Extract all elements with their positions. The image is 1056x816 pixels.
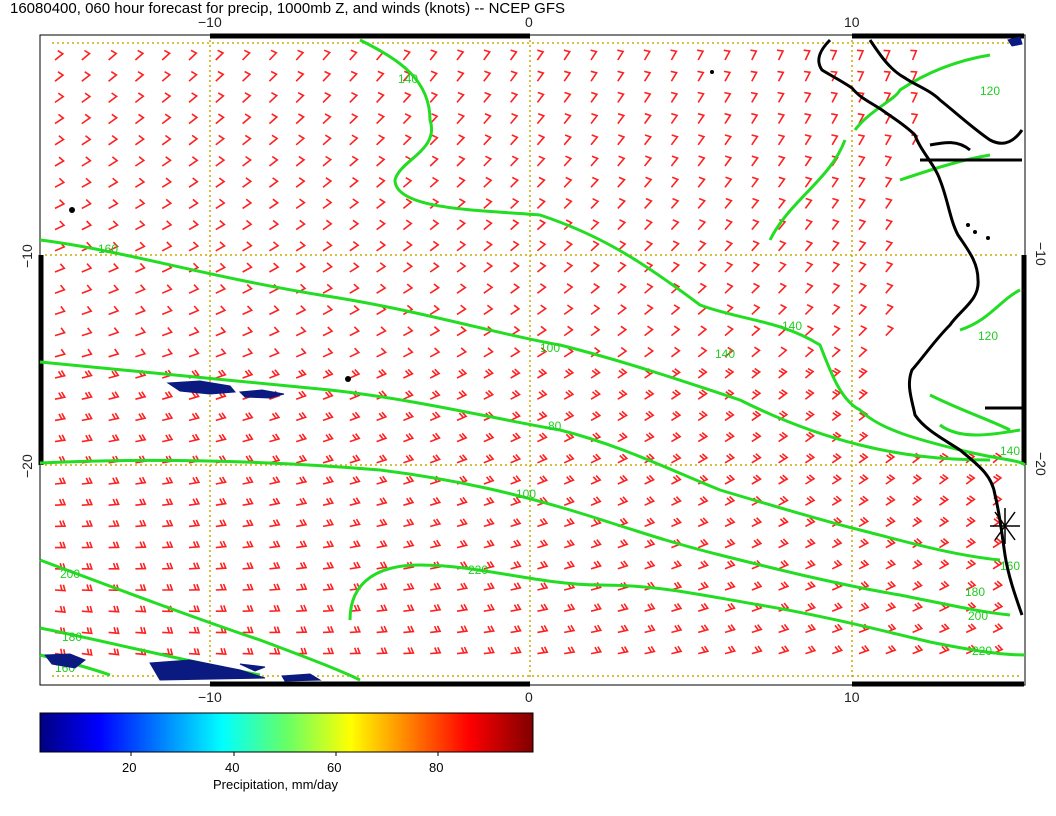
x-tick-bottom: 0	[525, 689, 533, 705]
y-tick-right: −10	[1033, 242, 1049, 266]
colorbar-tick-label: 20	[122, 760, 136, 775]
x-tick-top: 10	[844, 14, 860, 30]
colorbar-tick-label: 40	[225, 760, 239, 775]
colorbar-ticks	[130, 752, 439, 756]
contour-label: 140	[782, 319, 802, 333]
x-tick-bottom: 10	[844, 689, 860, 705]
contour-label: 220	[972, 644, 992, 658]
x-tick-top: −10	[198, 14, 222, 30]
contour-label: 120	[980, 84, 1000, 98]
colorbar-label: Precipitation, mm/day	[213, 777, 338, 792]
contour-label: 200	[60, 567, 80, 581]
colorbar-tick-label: 80	[429, 760, 443, 775]
contour-label: 140	[715, 347, 735, 361]
contour-label: 120	[978, 329, 998, 343]
map-title: 16080400, 060 hour forecast for precip, …	[10, 0, 565, 17]
x-tick-bottom: −10	[198, 689, 222, 705]
contour-label: 80	[548, 419, 562, 433]
contour-label: 220	[468, 563, 488, 577]
contour-label: 180	[62, 630, 82, 644]
contour-label: 140	[398, 72, 418, 86]
forecast-map: 16080400, 060 hour forecast for precip, …	[10, 0, 1049, 792]
map-frame	[39, 34, 1026, 686]
contour-label: 160	[1000, 559, 1020, 573]
contour-label: 160	[98, 242, 118, 256]
colorbar-tick-label: 60	[327, 760, 341, 775]
contour-label: 140	[1000, 444, 1020, 458]
contour-label: 100	[540, 341, 560, 355]
y-tick-left: −20	[19, 454, 35, 478]
y-tick-left: −10	[19, 244, 35, 268]
y-tick-right: −20	[1033, 452, 1049, 476]
precip-colorbar	[39, 712, 534, 753]
contour-label: 200	[968, 609, 988, 623]
x-tick-top: 0	[525, 14, 533, 30]
contour-label: 100	[516, 487, 536, 501]
contour-label: 180	[965, 585, 985, 599]
